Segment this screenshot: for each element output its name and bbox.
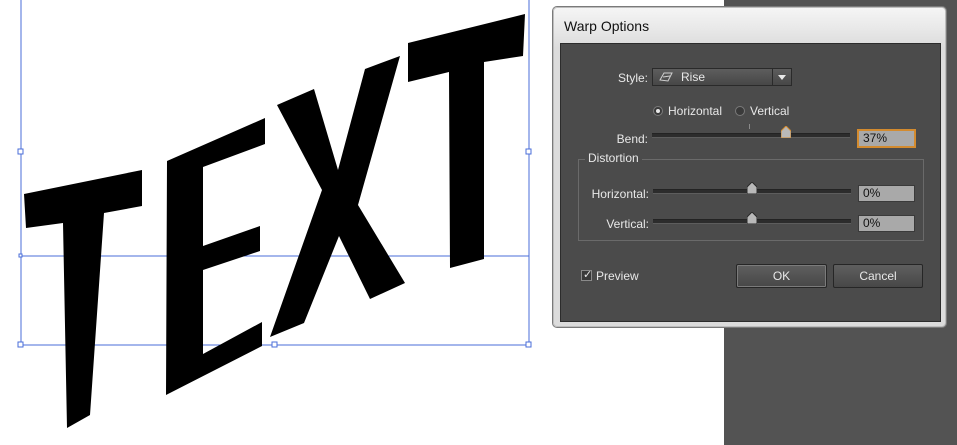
horizontal-radio[interactable] [653,106,663,116]
horizontal-radio-label[interactable]: Horizontal [668,104,722,118]
distortion-title: Distortion [585,151,642,165]
distortion-vertical-label: Vertical: [606,217,649,231]
distortion-horizontal-input[interactable]: 0% [858,185,915,202]
style-dropdown[interactable]: Rise [652,68,792,86]
vertical-radio-label[interactable]: Vertical [750,104,789,118]
distortion-group: Distortion Horizontal: 0% Vertical: 0% [578,151,924,241]
warped-text-glyphs[interactable] [24,14,525,428]
bend-slider-thumb[interactable] [781,126,791,138]
bend-label: Bend: [616,132,648,146]
warp-options-dialog: Warp Options Style: Rise Horizontal Vert… [553,7,946,327]
style-label: Style: [617,71,648,85]
ok-button[interactable]: OK [736,264,827,288]
checkmark-icon: ✓ [583,268,593,281]
cancel-button[interactable]: Cancel [833,264,923,288]
glyph-x [270,56,405,337]
distortion-horizontal-thumb[interactable] [747,182,757,194]
bend-center-tick [749,124,750,129]
preview-label[interactable]: Preview [596,269,639,283]
bend-value-input[interactable]: 37% [858,130,915,147]
handle-mid-left[interactable] [17,148,24,155]
rise-style-icon [659,72,673,82]
bend-slider-track[interactable] [652,133,850,138]
style-selected-value: Rise [681,70,706,84]
distortion-vertical-thumb[interactable] [747,212,757,224]
distortion-horizontal-label: Horizontal: [591,187,649,201]
handle-bottom-center[interactable] [271,341,278,348]
handle-mid-right[interactable] [525,148,532,155]
anchor-point[interactable] [18,253,23,258]
dialog-title: Warp Options [564,18,650,34]
preview-checkbox[interactable]: ✓ [581,268,593,281]
handle-bottom-right[interactable] [525,341,532,348]
glyph-t-1 [24,170,142,428]
vertical-radio[interactable] [735,106,745,116]
glyph-t-2 [408,14,525,268]
dialog-body: Style: Rise Horizontal Vertical Bend: 37… [560,43,941,322]
handle-bottom-left[interactable] [17,341,24,348]
style-dropdown-toggle[interactable] [772,69,791,85]
distortion-vertical-input[interactable]: 0% [858,215,915,232]
chevron-down-icon [778,75,786,80]
